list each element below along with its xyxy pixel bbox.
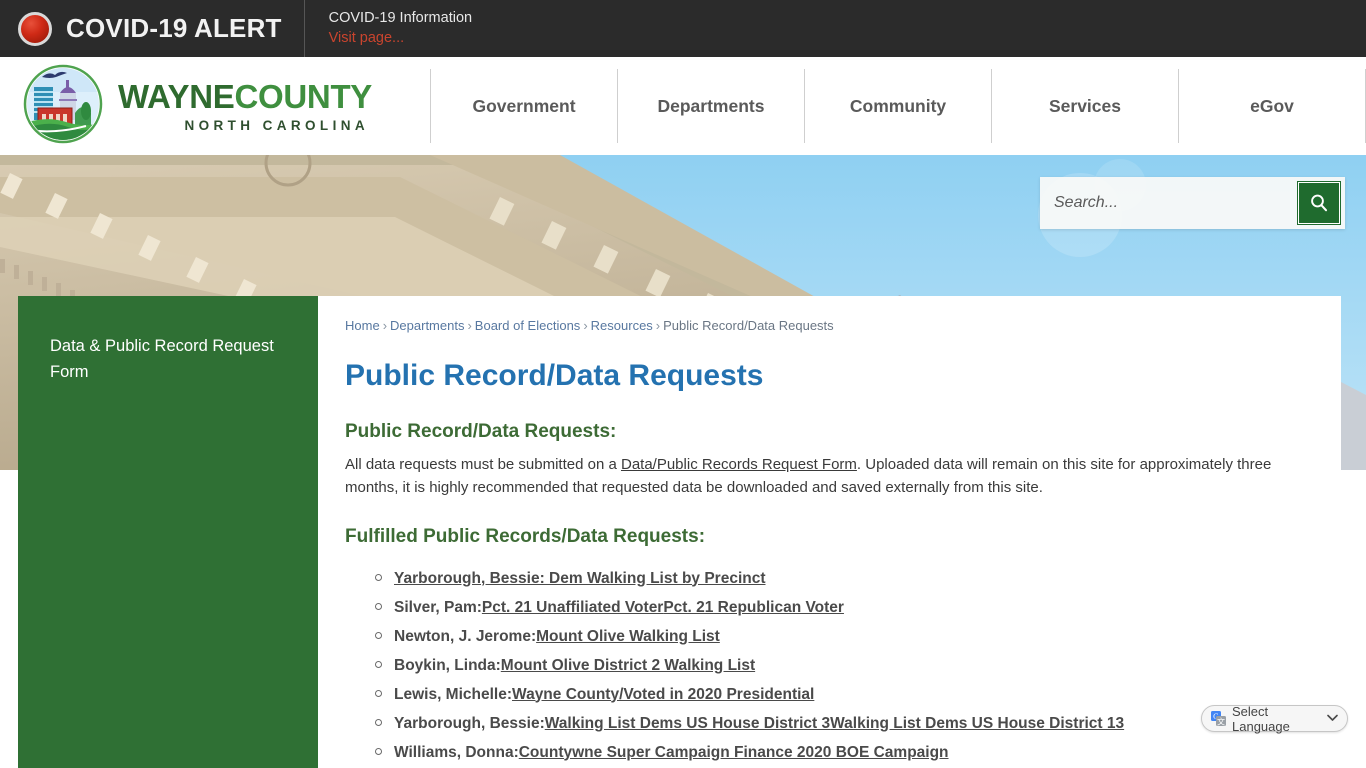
record-link[interactable]: Wayne County/Voted in 2020 Presidential [512,686,814,704]
record-link[interactable]: Yarborough, Bessie: Dem Walking List by … [394,570,766,588]
breadcrumb-item-current: Public Record/Data Requests [663,318,834,333]
main-navigation: Government Departments Community Service… [430,69,1366,143]
breadcrumb-item-resources[interactable]: Resources [591,318,653,333]
covid-alert-message: COVID-19 Information Visit page... [305,9,472,48]
site-search [1040,177,1345,229]
list-item: Lewis, Michelle: Wayne County/Voted in 2… [345,686,1313,704]
logo-wordmark: WAYNECOUNTY [118,80,372,113]
covid-alert-title: COVID-19 ALERT [66,13,282,43]
covid-visit-page-link[interactable]: Visit page... [329,29,472,49]
record-link[interactable]: Pct. 21 Republican Voter [663,599,844,617]
list-item: Newton, J. Jerome: Mount Olive Walking L… [345,628,1313,646]
nav-item-government[interactable]: Government [430,69,617,143]
search-input[interactable] [1040,177,1298,229]
list-item: Boykin, Linda: Mount Olive District 2 Wa… [345,657,1313,675]
bullet-icon [375,602,382,610]
breadcrumb-separator: › [583,318,588,333]
record-link[interactable]: Countywne Super Campaign Finance 2020 BO… [519,744,949,762]
record-link[interactable]: Walking List Dems US House District 3 [545,715,830,733]
site-logo-text: WAYNECOUNTY NORTH CAROLINA [118,80,372,133]
record-name: Newton, J. Jerome: [394,627,537,645]
list-item: Williams, Donna: Countywne Super Campaig… [345,744,1313,762]
google-translate-icon: G 文 [1211,711,1226,727]
breadcrumb-separator: › [467,318,472,333]
chevron-down-icon [1327,713,1338,725]
covid-info-text: COVID-19 Information [328,9,473,26]
breadcrumb-separator: › [382,318,388,333]
breadcrumb-item-departments[interactable]: Departments [390,318,464,333]
section-heading-public-record-data-requests: Public Record/Data Requests: [345,421,617,442]
google-translate-widget[interactable]: G 文 Select Language [1201,703,1348,734]
nav-item-services[interactable]: Services [991,69,1178,143]
site-logo[interactable]: WAYNECOUNTY NORTH CAROLINA [0,63,430,149]
list-item: Silver, Pam: Pct. 21 Unaffiliated Voter P… [345,599,1313,617]
page-title: Public Record/Data Requests [345,359,764,392]
left-sidebar: Data & Public Record Request Form [18,296,318,768]
fulfilled-records-list: Yarborough, Bessie: Dem Walking List by … [345,570,1313,762]
record-name: Williams, Donna: [394,743,519,761]
breadcrumb-item-board-of-elections[interactable]: Board of Elections [475,318,581,333]
record-link[interactable]: Pct. 21 Unaffiliated Voter [482,599,663,617]
bullet-icon [375,631,382,639]
bullet-icon [375,573,382,581]
record-name: Silver, Pam: [394,598,482,616]
data-public-records-request-form-link[interactable]: Data/Public Records Request Form [621,456,857,473]
search-button[interactable] [1297,181,1341,225]
list-item: Yarborough, Bessie: Dem Walking List by … [345,570,1313,588]
translate-selected-language: Select Language [1232,703,1290,734]
red-alert-dot-icon [18,11,52,46]
nav-item-departments[interactable]: Departments [617,69,804,143]
logo-word-county: COUNTY [234,77,373,115]
breadcrumb-separator: › [655,318,661,333]
bullet-icon [375,660,382,668]
breadcrumb: Home › Departments › Board of Elections › Reso… [345,318,1313,333]
record-link[interactable]: Mount Olive Walking List [536,628,720,646]
record-link[interactable]: Walking List Dems US House District 13 [830,715,1124,733]
list-item: Yarborough, Bessie: Walking List Dems US… [345,715,1313,733]
intro-text-before: All data requests must be submitted on a [345,456,621,473]
logo-state-label: NORTH CAROLINA [184,117,370,133]
covid-alert-bar: COVID-19 ALERT COVID-19 Information Visi… [0,0,1366,57]
intro-paragraph: All data requests must be submitted on a… [345,453,1313,500]
record-name: Boykin, Linda: [394,656,501,674]
site-header: WAYNECOUNTY NORTH CAROLINA Government De… [0,57,1366,155]
section-heading-fulfilled-requests: Fulfilled Public Records/Data Requests: [345,525,706,547]
bullet-icon [375,747,382,755]
bullet-icon [375,718,382,726]
main-content-panel: Home › Departments › Board of Elections › Reso… [318,296,1341,768]
nav-item-egov[interactable]: eGov [1178,69,1366,143]
record-link[interactable]: Mount Olive District 2 Walking List [501,657,755,675]
wayne-county-seal-icon [18,63,108,149]
sidebar-item-data-public-record-request-form[interactable]: Data & Public Record Request Form [18,296,318,385]
record-name: Yarborough, Bessie: [394,714,545,732]
covid-alert-title-group: COVID-19 ALERT [0,0,305,57]
logo-word-wayne: WAYNE [118,77,235,115]
breadcrumb-item-home[interactable]: Home [345,318,380,333]
search-icon [1311,194,1328,212]
svg-text:文: 文 [1217,717,1225,727]
bullet-icon [375,689,382,697]
record-name: Lewis, Michelle: [394,685,513,703]
nav-item-community[interactable]: Community [804,69,991,143]
